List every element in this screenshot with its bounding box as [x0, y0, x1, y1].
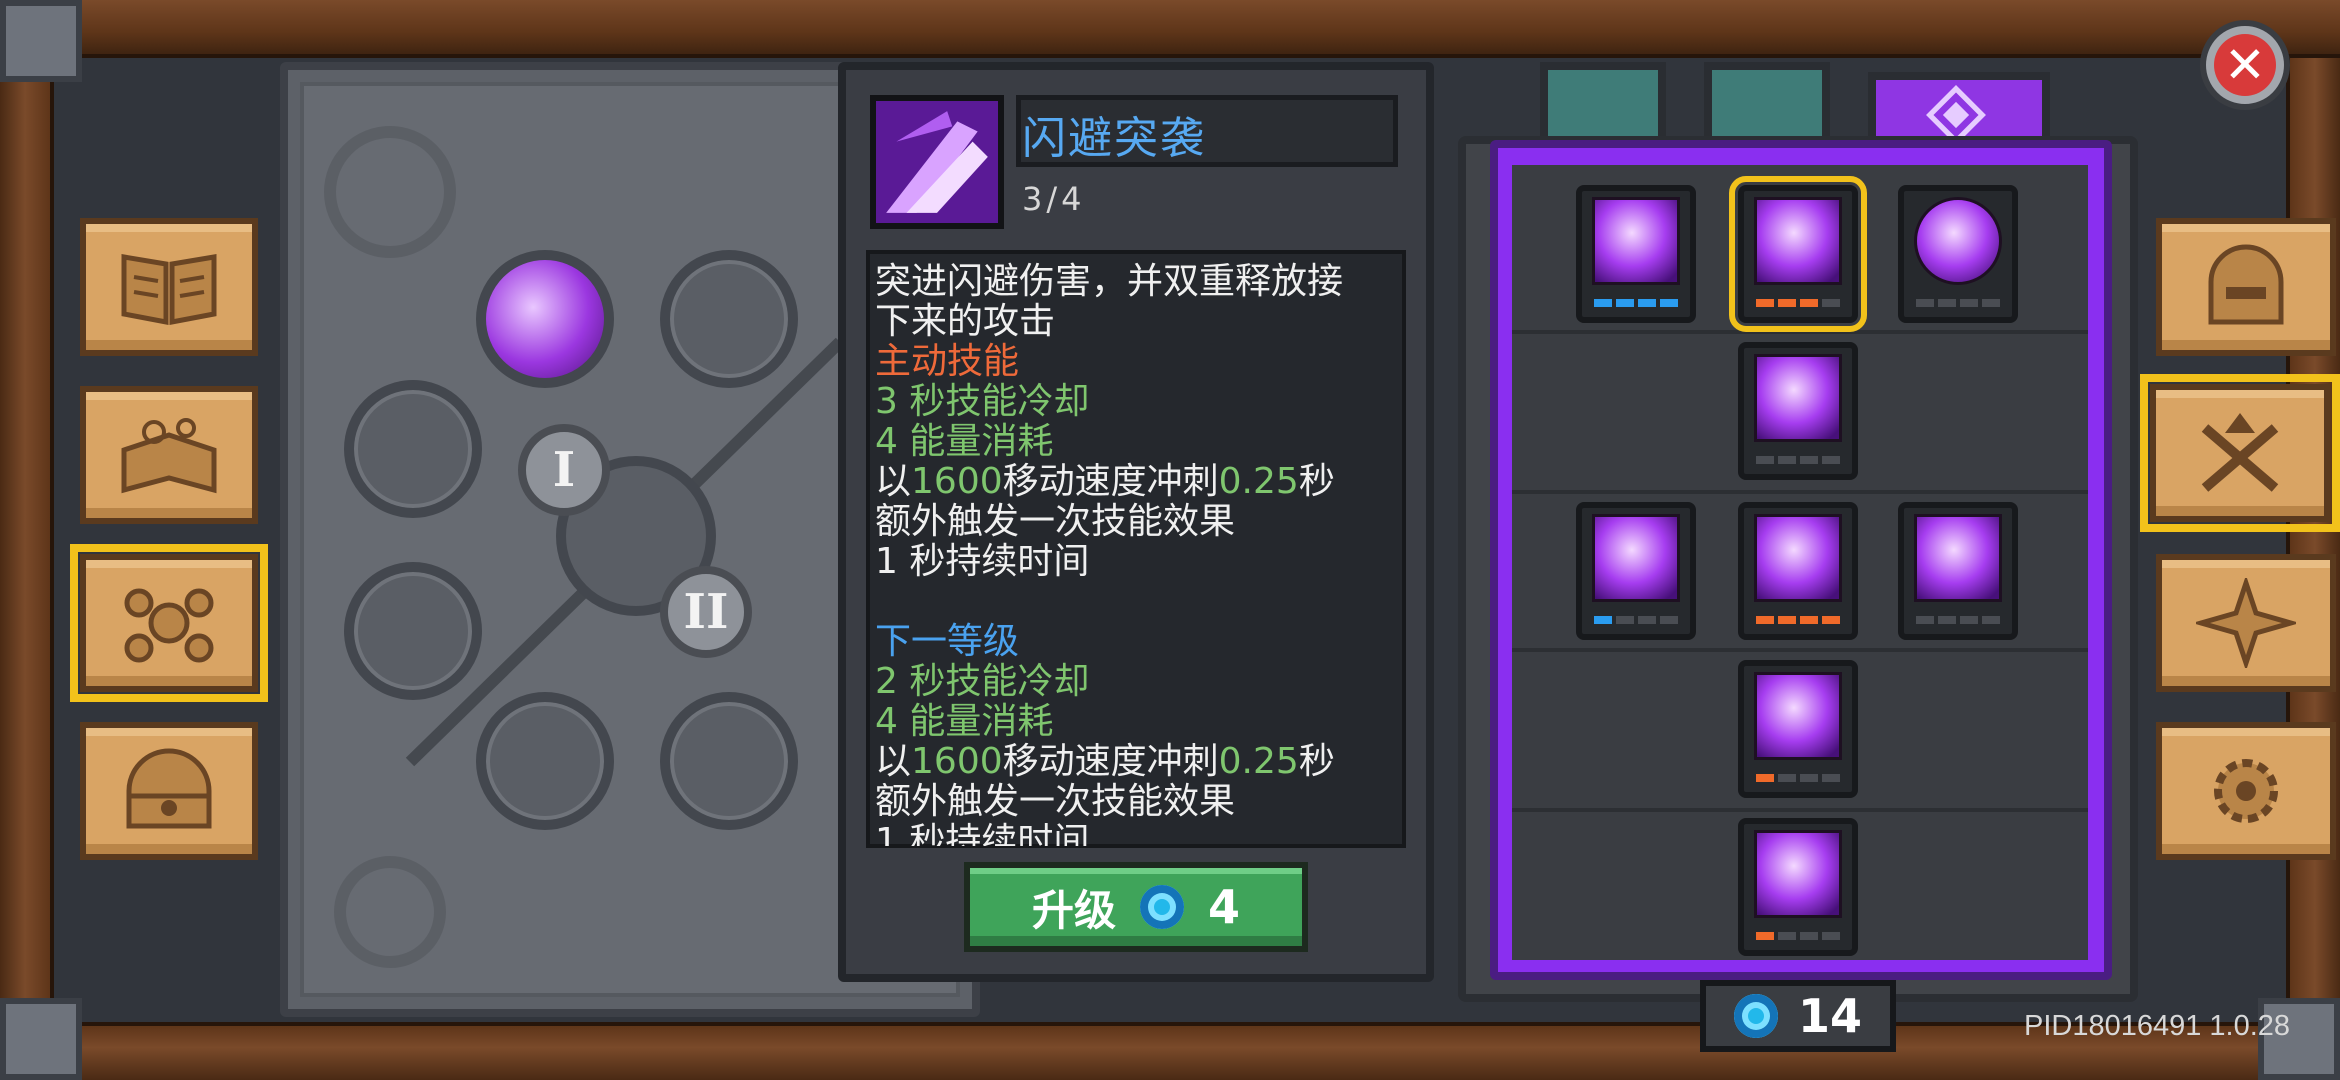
desc-line: 额外触发一次技能效果	[875, 781, 1236, 822]
close-button[interactable]: ✕	[2200, 20, 2290, 110]
wood-frame-top	[0, 0, 2340, 58]
tab-book[interactable]	[80, 218, 258, 356]
tree-slot[interactable]	[344, 380, 482, 518]
desc-line-dash: 以1600移动速度冲刺0.25秒	[875, 461, 1335, 502]
tree-slot[interactable]	[344, 562, 482, 700]
desc-line-next-level: 下一等级	[875, 621, 1020, 662]
desc-line-cooldown: 3 秒技能冷却	[875, 381, 1090, 422]
grid-divider	[1512, 808, 2088, 812]
desc-line: 额外触发一次技能效果	[875, 501, 1236, 542]
gear-icon	[2214, 759, 2278, 823]
desc-line-cooldown: 2 秒技能冷却	[875, 661, 1090, 702]
wood-frame-left	[0, 58, 54, 1022]
version-label: PID18016491 1.0.28	[2024, 1010, 2291, 1042]
skill-cell-dash-strike[interactable]	[1729, 176, 1867, 332]
skill-level: 3/4	[1022, 180, 1086, 218]
blade-storm-icon	[1754, 830, 1842, 918]
desc-line-active-skill: 主动技能	[875, 341, 1020, 382]
skill-name: 闪避突袭	[1022, 113, 1206, 164]
map-icon	[121, 418, 217, 494]
star-burst-icon	[2196, 578, 2296, 668]
grid-divider	[1512, 648, 2088, 652]
tree-branch-one[interactable]: I	[518, 424, 610, 516]
tab-talent[interactable]	[2156, 554, 2336, 692]
skill-cell-sword-pillar[interactable]	[1738, 502, 1858, 640]
skill-icon-large	[870, 95, 1004, 229]
helmet-icon	[2208, 244, 2284, 325]
currency-display: 14	[1700, 980, 1896, 1052]
upgrade-skill-icon	[2201, 413, 2279, 492]
skill-cell-double-sword[interactable]	[1738, 342, 1858, 480]
frame-corner	[0, 998, 82, 1080]
upgrade-cost: 4	[1208, 880, 1241, 934]
tab-character[interactable]	[2156, 218, 2336, 356]
book-icon	[121, 254, 217, 326]
shield-up-icon	[1914, 514, 2002, 602]
tree-slot[interactable]	[660, 692, 798, 830]
tab-settings[interactable]	[2156, 722, 2336, 860]
gem-icon	[1140, 885, 1184, 929]
grid-divider	[1512, 330, 2088, 334]
tab-chest[interactable]	[80, 722, 258, 860]
heal-plus-icon	[1914, 197, 2002, 285]
tab-map[interactable]	[80, 386, 258, 524]
desc-line-energy: 4 能量消耗	[875, 701, 1054, 742]
upgrade-button[interactable]: 升级 4	[964, 862, 1308, 952]
tree-slot[interactable]	[660, 250, 798, 388]
skill-cell-crown-burst[interactable]	[1576, 185, 1696, 323]
sword-pillar-icon	[1754, 514, 1842, 602]
skill-tree-icon	[124, 588, 214, 663]
skill-cell-heal[interactable]	[1898, 185, 2018, 323]
skill-cell-shield-up[interactable]	[1898, 502, 2018, 640]
lightning-dash-icon	[1754, 672, 1842, 760]
wood-frame-right	[2286, 58, 2340, 1022]
roman-numeral-label: II	[683, 584, 729, 640]
frame-corner	[0, 0, 82, 82]
grid-divider	[1512, 490, 2088, 494]
wood-frame-bottom	[0, 1022, 2340, 1080]
dash-strike-icon	[1754, 197, 1842, 285]
desc-line-dash: 以1600移动速度冲刺0.25秒	[875, 741, 1335, 782]
currency-amount: 14	[1797, 989, 1862, 1043]
skill-cell-heart-beast[interactable]	[1576, 502, 1696, 640]
gem-icon	[1733, 994, 1778, 1038]
heart-beast-icon	[1592, 514, 1680, 602]
desc-line-energy: 4 能量消耗	[875, 421, 1054, 462]
desc-line: 下来的攻击	[875, 301, 1056, 342]
tree-slot[interactable]	[476, 692, 614, 830]
tree-slot-filled[interactable]	[476, 250, 614, 388]
desc-line-duration: 1 秒持续时间	[875, 541, 1090, 582]
tab-skill-upgrade[interactable]	[2140, 374, 2340, 532]
roman-numeral-label: I	[552, 442, 576, 498]
close-icon: ✕	[2214, 34, 2276, 96]
skill-cell-lightning-dash[interactable]	[1738, 660, 1858, 798]
tab-skill-tree[interactable]	[70, 544, 268, 702]
desc-line: 突进闪避伤害，并双重释放接	[875, 261, 1344, 302]
double-sword-icon	[1754, 354, 1842, 442]
crown-burst-icon	[1592, 197, 1680, 285]
tree-branch-two[interactable]: II	[660, 566, 752, 658]
desc-line-duration: 1 秒持续时间	[875, 822, 1090, 846]
upgrade-label: 升级	[1031, 885, 1116, 935]
dash-strike-icon	[876, 101, 998, 223]
skill-cell-blade-storm[interactable]	[1738, 818, 1858, 956]
chest-icon	[126, 748, 212, 829]
